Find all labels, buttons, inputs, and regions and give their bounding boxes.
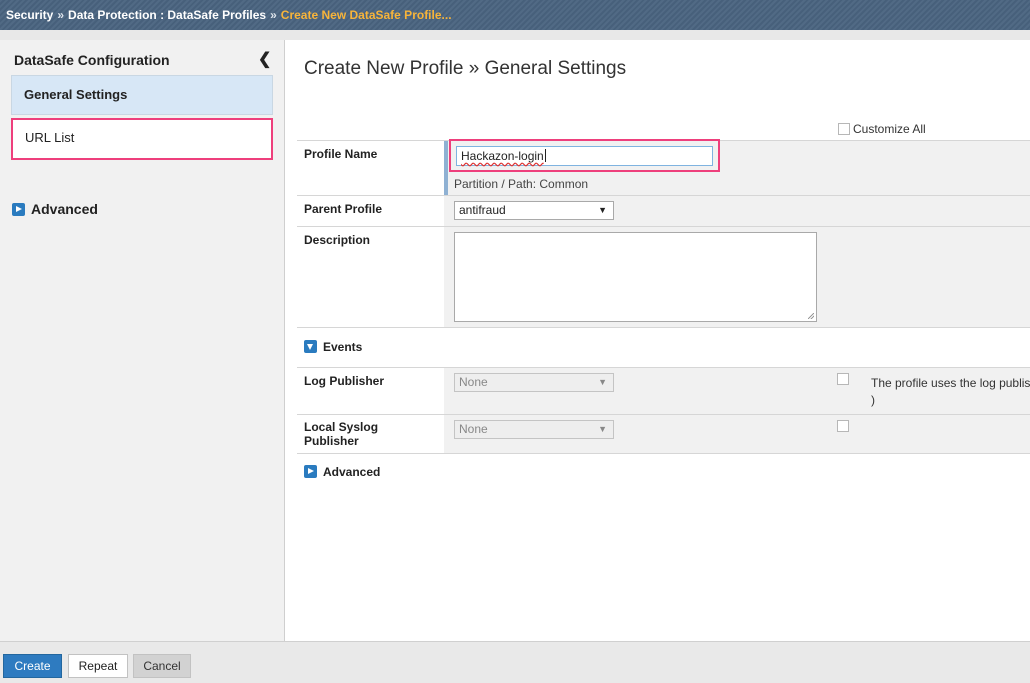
- log-publisher-select[interactable]: None ▼: [454, 373, 614, 392]
- customize-all-control[interactable]: Customize All: [838, 122, 926, 136]
- sidebar: DataSafe Configuration ❮ General Setting…: [0, 40, 285, 641]
- breadcrumb-separator: »: [57, 8, 65, 22]
- sidebar-item-label: URL List: [25, 130, 75, 145]
- dropdown-arrow-icon: ▼: [598, 424, 607, 434]
- profile-name-label: Profile Name: [304, 147, 378, 161]
- parent-profile-row: Parent Profile: [297, 195, 1030, 226]
- log-publisher-note-line1: The profile uses the log publis: [871, 376, 1030, 390]
- repeat-button[interactable]: Repeat: [68, 654, 128, 678]
- advanced-toggle[interactable]: Advanced: [304, 465, 380, 479]
- profile-name-highlight: Hackazon-login: [449, 139, 720, 172]
- log-publisher-checkbox[interactable]: [837, 373, 849, 385]
- customize-all-label: Customize All: [853, 122, 926, 136]
- parent-profile-select[interactable]: antifraud ▼: [454, 201, 614, 220]
- log-publisher-selected: None: [459, 375, 488, 389]
- description-label: Description: [304, 233, 371, 247]
- sidebar-title: DataSafe Configuration: [14, 52, 170, 68]
- header-spacer: [0, 30, 1030, 40]
- breadcrumb-separator: »: [270, 8, 277, 22]
- create-button[interactable]: Create: [3, 654, 62, 678]
- parent-profile-selected: antifraud: [459, 203, 506, 217]
- profile-name-value: Hackazon-login: [461, 149, 544, 163]
- page-title: Create New Profile » General Settings: [304, 58, 627, 79]
- sidebar-advanced-label: Advanced: [31, 201, 98, 217]
- breadcrumb: Security» Data Protection : DataSafe Prof…: [0, 0, 1030, 30]
- description-textarea[interactable]: [454, 232, 817, 322]
- action-bar: Create Repeat Cancel: [0, 641, 1030, 683]
- breadcrumb-current: Create New DataSafe Profile...: [280, 8, 452, 22]
- expand-arrow-icon: [304, 465, 317, 478]
- log-publisher-note: The profile uses the log publis ): [871, 375, 1030, 409]
- events-toggle[interactable]: Events: [304, 340, 362, 354]
- sidebar-item-label: General Settings: [24, 87, 128, 102]
- text-caret: [544, 149, 546, 162]
- local-syslog-selected: None: [459, 422, 488, 436]
- customize-all-checkbox[interactable]: [838, 123, 850, 135]
- parent-profile-label: Parent Profile: [304, 202, 383, 216]
- sidebar-item-general-settings[interactable]: General Settings: [11, 75, 273, 115]
- breadcrumb-item-security[interactable]: Security: [6, 8, 53, 22]
- dropdown-arrow-icon: ▼: [598, 377, 607, 387]
- local-syslog-checkbox[interactable]: [837, 420, 849, 432]
- local-syslog-select[interactable]: None ▼: [454, 420, 614, 439]
- events-row: [297, 327, 1030, 367]
- local-syslog-row: Local Syslog Publisher: [297, 414, 1030, 454]
- cancel-button[interactable]: Cancel: [133, 654, 191, 678]
- expand-arrow-icon: [12, 203, 25, 216]
- events-label: Events: [323, 340, 363, 354]
- log-publisher-label: Log Publisher: [304, 374, 385, 388]
- dropdown-arrow-icon: ▼: [598, 205, 607, 215]
- local-syslog-label: Local Syslog Publisher: [304, 420, 379, 448]
- sidebar-item-url-list[interactable]: URL List: [11, 118, 273, 160]
- collapse-sidebar-icon[interactable]: ❮: [258, 49, 271, 69]
- profile-name-input[interactable]: Hackazon-login: [456, 146, 713, 166]
- collapse-arrow-icon: [304, 340, 317, 353]
- advanced-label: Advanced: [323, 465, 381, 479]
- sidebar-advanced-toggle[interactable]: Advanced: [12, 201, 98, 217]
- partition-path: Partition / Path: Common: [454, 177, 589, 191]
- breadcrumb-item-datasafe-profiles[interactable]: Data Protection : DataSafe Profiles: [68, 8, 266, 22]
- log-publisher-note-line2: ): [871, 393, 875, 407]
